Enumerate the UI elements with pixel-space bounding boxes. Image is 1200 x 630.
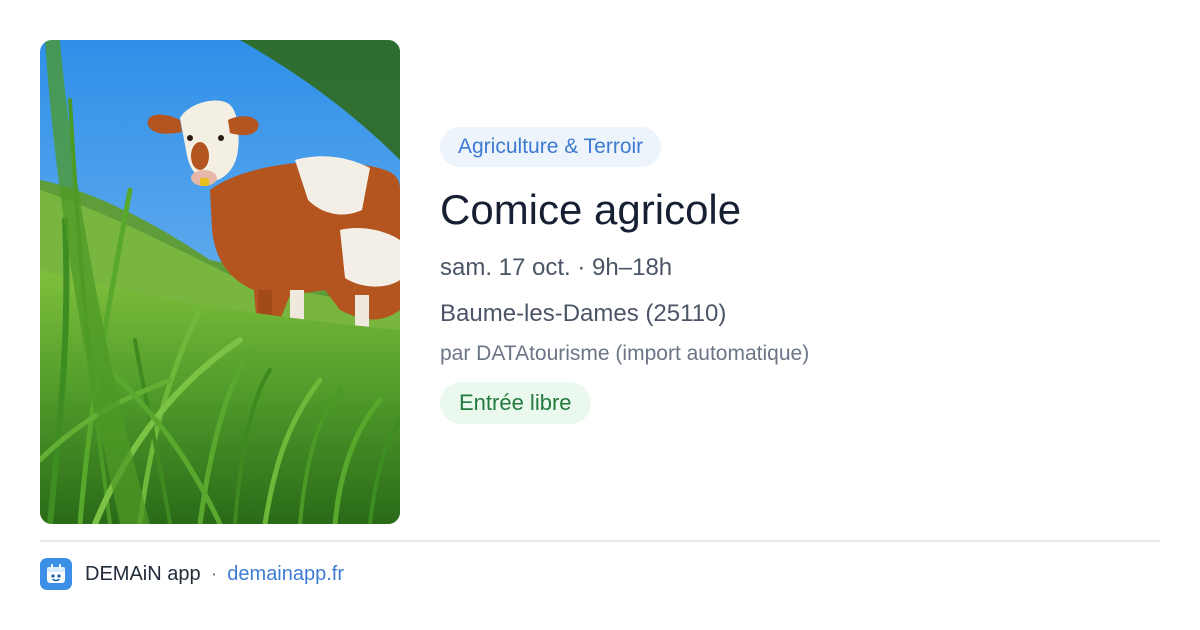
app-url-link[interactable]: demainapp.fr (227, 563, 344, 586)
event-source: par DATAtourisme (import automatique) (440, 342, 810, 365)
price-badge: Entrée libre (440, 382, 591, 424)
demain-app-icon (40, 558, 72, 590)
event-title: Comice agricole (440, 186, 742, 233)
event-share-card: Agriculture & Terroir Comice agricole sa… (0, 0, 1200, 630)
app-name: DEMAiN app (85, 562, 201, 585)
footer-divider (40, 540, 1160, 542)
event-info: Agriculture & Terroir Comice agricole sa… (440, 127, 1160, 424)
footer-separator: · (210, 562, 218, 585)
event-datetime: sam. 17 oct. · 9h–18h (440, 254, 673, 281)
event-photo (40, 40, 400, 524)
footer: DEMAiN app · demainapp.fr (40, 558, 344, 590)
category-badge[interactable]: Agriculture & Terroir (440, 127, 662, 167)
cow-in-grass-photo (40, 40, 400, 524)
event-location: Baume-les-Dames (25110) (440, 300, 727, 327)
